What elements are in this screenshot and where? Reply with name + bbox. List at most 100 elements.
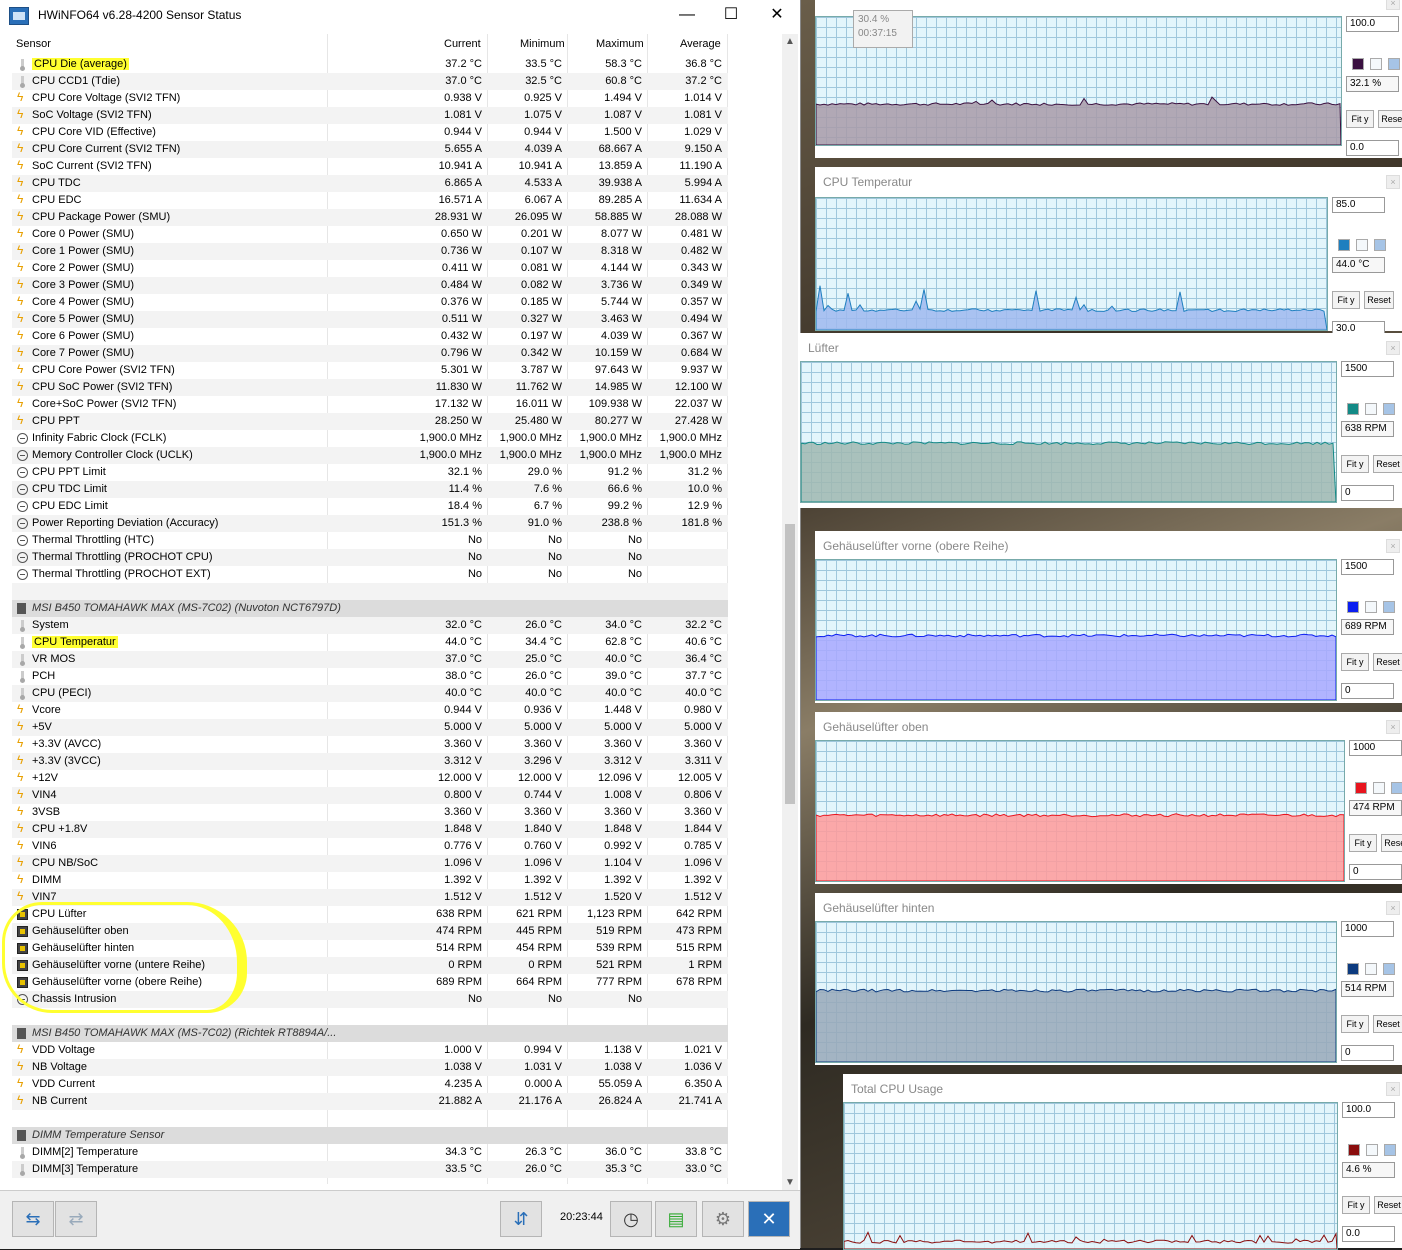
table-row[interactable]: ϟ CPU +1.8V 1.848 V 1.840 V 1.848 V 1.844 V (12, 821, 728, 838)
table-row[interactable]: ϟ SoC Current (SVI2 TFN) 10.941 A 10.941 A 1… (12, 158, 728, 175)
graph-close-icon[interactable]: × (1386, 720, 1400, 734)
table-row[interactable]: ϟ CPU TDC 6.865 A 4.533 A 39.938 A 5.994 A (12, 175, 728, 192)
table-row[interactable]: ϟ NB Current 21.882 A 21.176 A 26.824 A 21.74… (12, 1093, 728, 1110)
table-row[interactable]: Memory Controller Clock (UCLK) 1,900.0 MH… (12, 447, 728, 464)
table-row[interactable]: CPU EDC Limit 18.4 % 6.7 % 99.2 % 12.9 % (12, 498, 728, 515)
fit-y-button[interactable]: Fit y (1341, 653, 1369, 671)
table-row[interactable]: ϟ Vcore 0.944 V 0.936 V 1.448 V 0.980 V (12, 702, 728, 719)
graph-panel[interactable]: Total CPU Usage × 100.0 4.6 % Fit y Reset 0.0 (843, 1074, 1402, 1250)
swatch-blank[interactable] (1370, 58, 1382, 70)
table-row[interactable]: CPU Temperatur 44.0 °C 34.4 °C 62.8 °C 40.6 … (12, 634, 728, 651)
table-row[interactable]: ϟ +5V 5.000 V 5.000 V 5.000 V 5.000 V (12, 719, 728, 736)
series-color-swatch[interactable] (1355, 782, 1367, 794)
table-row[interactable]: ϟ CPU Core Power (SVI2 TFN) 5.301 W 3.787 W… (12, 362, 728, 379)
table-row[interactable]: ϟ +3.3V (3VCC) 3.312 V 3.296 V 3.312 V 3.311 … (12, 753, 728, 770)
graph-max-input[interactable]: 1500 (1341, 361, 1394, 377)
graph-min-input[interactable]: 0 (1341, 485, 1394, 501)
table-row[interactable]: Thermal Throttling (PROCHOT CPU) No No No (12, 549, 728, 566)
scroll-thumb[interactable] (785, 524, 795, 804)
expand-arrows-button[interactable]: ⇆ (12, 1201, 54, 1237)
table-row[interactable]: ϟ VIN4 0.800 V 0.744 V 1.008 V 0.806 V (12, 787, 728, 804)
graph-close-icon[interactable]: × (1386, 175, 1400, 189)
table-row[interactable]: ϟ SoC Voltage (SVI2 TFN) 1.081 V 1.075 V 1.0… (12, 107, 728, 124)
table-row[interactable]: ϟ CPU SoC Power (SVI2 TFN) 11.830 W 11.762 … (12, 379, 728, 396)
graph-panel[interactable]: CPU PPT Limit×30.4 %00:37:15100.032.1 %F… (815, 0, 1402, 158)
table-row[interactable]: ϟ Core 0 Power (SMU) 0.650 W 0.201 W 8.077 W… (12, 226, 728, 243)
col-maximum[interactable]: Maximum (596, 38, 644, 50)
series-color-swatch[interactable] (1347, 963, 1359, 975)
graph-min-input[interactable]: 0 (1341, 683, 1394, 699)
table-row[interactable]: ϟ Core 1 Power (SMU) 0.736 W 0.107 W 8.318 W… (12, 243, 728, 260)
graph-max-input[interactable]: 85.0 (1332, 197, 1385, 213)
minimize-button[interactable]: — (664, 0, 710, 30)
fit-y-button[interactable]: Fit y (1341, 1015, 1369, 1033)
reset-button[interactable]: Reset (1378, 110, 1402, 128)
fit-y-button[interactable]: Fit y (1342, 1196, 1370, 1214)
col-current[interactable]: Current (444, 38, 481, 50)
table-row[interactable]: CPU (PECI) 40.0 °C 40.0 °C 40.0 °C 40.0 °C (12, 685, 728, 702)
table-row[interactable]: DIMM[2] Temperature 34.3 °C 26.3 °C 36.0 °C… (12, 1144, 728, 1161)
table-row[interactable]: ϟ Core 2 Power (SMU) 0.411 W 0.081 W 4.144 W… (12, 260, 728, 277)
table-row[interactable]: CPU TDC Limit 11.4 % 7.6 % 66.6 % 10.0 % (12, 481, 728, 498)
scroll-down-icon[interactable]: ▼ (785, 1177, 795, 1188)
swatch-blue[interactable] (1391, 782, 1402, 794)
table-row[interactable]: ϟ CPU Package Power (SMU) 28.931 W 26.095 W… (12, 209, 728, 226)
reset-button[interactable]: Reset (1381, 834, 1402, 852)
swatch-blank[interactable] (1366, 1144, 1378, 1156)
sensor-group-header[interactable]: MSI B450 TOMAHAWK MAX (MS-7C02) (Richtek… (12, 1025, 728, 1042)
fit-y-button[interactable]: Fit y (1346, 110, 1374, 128)
table-row[interactable]: ϟ +12V 12.000 V 12.000 V 12.096 V 12.005 V (12, 770, 728, 787)
series-color-swatch[interactable] (1352, 58, 1364, 70)
series-color-swatch[interactable] (1348, 1144, 1360, 1156)
collapse-arrows-button[interactable]: ⇄ (55, 1201, 97, 1237)
table-row[interactable]: ϟ CPU Core Current (SVI2 TFN) 5.655 A 4.039… (12, 141, 728, 158)
table-row[interactable]: PCH 38.0 °C 26.0 °C 39.0 °C 37.7 °C (12, 668, 728, 685)
sensor-group-header[interactable]: MSI B450 TOMAHAWK MAX (MS-7C02) (Nuvoton… (12, 600, 728, 617)
swatch-blank[interactable] (1365, 601, 1377, 613)
table-row[interactable]: ϟ +3.3V (AVCC) 3.360 V 3.360 V 3.360 V 3.360 … (12, 736, 728, 753)
graph-close-icon[interactable]: × (1386, 341, 1400, 355)
col-average[interactable]: Average (680, 38, 721, 50)
graph-close-icon[interactable]: × (1386, 0, 1400, 10)
graph-min-input[interactable]: 0 (1349, 864, 1402, 880)
table-row[interactable]: ϟ Core+SoC Power (SVI2 TFN) 17.132 W 16.011… (12, 396, 728, 413)
reset-button[interactable]: Reset (1373, 455, 1402, 473)
graph-panel[interactable]: Gehäuselüfter oben × 1000 474 RPM Fit yReset… (815, 712, 1402, 884)
table-row[interactable]: CPU Die (average) 37.2 °C 33.5 °C 58.3 °C 36… (12, 56, 728, 73)
fit-y-button[interactable]: Fit y (1341, 455, 1369, 473)
series-color-swatch[interactable] (1338, 239, 1350, 251)
swatch-blank[interactable] (1365, 963, 1377, 975)
col-sensor[interactable]: Sensor (16, 38, 51, 50)
settings-gear-icon[interactable]: ⚙ (702, 1201, 744, 1237)
swatch-blue[interactable] (1383, 403, 1395, 415)
graph-panel[interactable]: Gehäuselüfter vorne (obere Reihe) × 1500 68… (815, 531, 1402, 703)
table-row[interactable]: ϟ VDD Current 4.235 A 0.000 A 55.059 A 6.350 … (12, 1076, 728, 1093)
graph-min-input[interactable]: 0.0 (1342, 1226, 1395, 1242)
graph-max-input[interactable]: 1500 (1341, 559, 1394, 575)
col-minimum[interactable]: Minimum (520, 38, 565, 50)
table-row[interactable]: ϟ VDD Voltage 1.000 V 0.994 V 1.138 V 1.021 V (12, 1042, 728, 1059)
table-row[interactable]: System 32.0 °C 26.0 °C 34.0 °C 32.2 °C (12, 617, 728, 634)
table-row[interactable]: Infinity Fabric Clock (FCLK) 1,900.0 MHz 1… (12, 430, 728, 447)
vertical-scrollbar[interactable]: ▲ ▼ (782, 34, 798, 1190)
network-button[interactable]: ⇵ (500, 1201, 542, 1237)
table-row[interactable]: ϟ VIN6 0.776 V 0.760 V 0.992 V 0.785 V (12, 838, 728, 855)
maximize-button[interactable]: ☐ (708, 0, 754, 30)
series-color-swatch[interactable] (1347, 601, 1359, 613)
swatch-blue[interactable] (1383, 963, 1395, 975)
graph-min-input[interactable]: 0 (1341, 1045, 1394, 1061)
clock-icon[interactable]: ◷ (610, 1201, 652, 1237)
graph-max-input[interactable]: 1000 (1341, 921, 1394, 937)
fit-y-button[interactable]: Fit y (1349, 834, 1377, 852)
swatch-blank[interactable] (1365, 403, 1377, 415)
graph-max-input[interactable]: 100.0 (1342, 1102, 1395, 1118)
table-row[interactable]: Thermal Throttling (PROCHOT EXT) No No No (12, 566, 728, 583)
table-row[interactable]: DIMM[3] Temperature 33.5 °C 26.0 °C 35.3 °C… (12, 1161, 728, 1178)
graph-max-input[interactable]: 100.0 (1346, 16, 1399, 32)
table-row[interactable]: Thermal Throttling (HTC) No No No (12, 532, 728, 549)
table-row[interactable]: ϟ Core 5 Power (SMU) 0.511 W 0.327 W 3.463 W… (12, 311, 728, 328)
table-row[interactable]: ϟ DIMM 1.392 V 1.392 V 1.392 V 1.392 V (12, 872, 728, 889)
sensor-group-header[interactable]: DIMM Temperature Sensor (12, 1127, 728, 1144)
table-row[interactable]: ϟ Core 4 Power (SMU) 0.376 W 0.185 W 5.744 W… (12, 294, 728, 311)
table-row[interactable]: ϟ 3VSB 3.360 V 3.360 V 3.360 V 3.360 V (12, 804, 728, 821)
